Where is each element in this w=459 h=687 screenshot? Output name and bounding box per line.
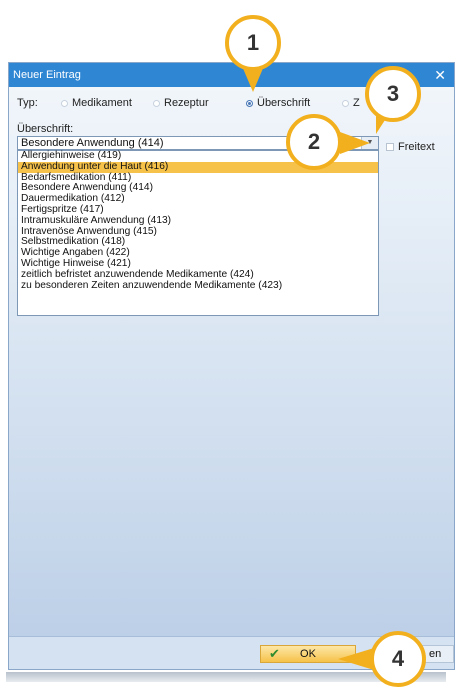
checkmark-icon: ✔ [269,646,280,661]
callout-badge-1: 1 [225,15,281,71]
radio-ueberschrift[interactable]: Überschrift [246,97,310,109]
callout-4-pointer [338,648,374,670]
freitext-label: Freitext [398,141,435,153]
radio-z[interactable]: Z [342,97,360,109]
list-item[interactable]: zu besonderen Zeiten anzuwendende Medika… [18,280,378,292]
radio-dot-icon [342,99,349,107]
radio-medikament[interactable]: Medikament [61,97,132,109]
callout-badge-2: 2 [286,114,342,170]
callout-badge-3: 3 [365,66,421,122]
radio-label: Z [353,97,360,109]
dialog-title: Neuer Eintrag [13,69,81,81]
radio-label: Rezeptur [164,97,209,109]
callout-2-pointer [340,132,370,154]
combobox-value: Besondere Anwendung (414) [21,137,164,149]
heading-dropdown-list[interactable]: Allergiehinweise (419) Anwendung unter d… [17,150,379,316]
close-icon[interactable]: ✕ [434,63,446,87]
list-item[interactable]: zeitlich befristet anzuwendende Medikame… [18,269,378,281]
cancel-label: en [429,648,442,660]
checkbox-icon [386,143,394,151]
radio-dot-icon [153,99,160,107]
new-entry-dialog: Neuer Eintrag ✕ Typ: Medikament Rezeptur… [8,62,455,670]
heading-label: Überschrift: [17,123,74,135]
list-item[interactable]: Intramuskuläre Anwendung (413) [18,215,378,227]
radio-dot-icon [61,99,68,107]
radio-label: Medikament [72,97,132,109]
ok-label: OK [300,648,316,660]
freitext-checkbox[interactable]: Freitext [386,141,435,153]
type-label: Typ: [17,97,38,109]
radio-dot-icon [246,99,253,107]
radio-rezeptur[interactable]: Rezeptur [153,97,209,109]
radio-label: Überschrift [257,97,311,109]
callout-badge-4: 4 [370,631,426,687]
